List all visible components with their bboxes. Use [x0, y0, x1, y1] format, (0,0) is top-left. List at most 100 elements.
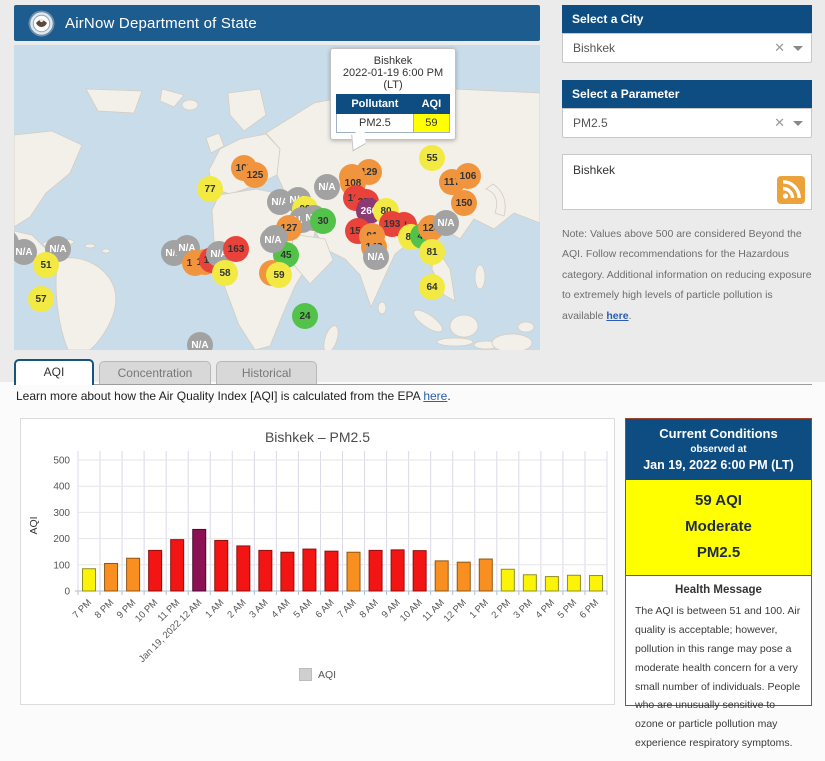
tooltip-city: Bishkek [373, 55, 413, 67]
tab-aqi[interactable]: AQI [14, 359, 94, 385]
aqi-bar[interactable] [148, 549, 163, 592]
x-tick-label: 6 AM [314, 597, 337, 620]
current-conditions-header: Current Conditions observed at Jan 19, 2… [626, 419, 811, 480]
note-text: Note: Values above 500 are considered Be… [562, 224, 812, 326]
map-marker[interactable]: 55 [419, 145, 445, 171]
map-marker[interactable]: N/A [314, 174, 340, 200]
tab-concentration[interactable]: Concentration [99, 361, 211, 384]
x-tick-label: 10 PM [133, 597, 160, 624]
x-tick-label: 3 AM [247, 597, 270, 620]
learn-more-text: Learn more about how the Air Quality Ind… [16, 389, 451, 403]
tooltip-timezone: (LT) [383, 79, 403, 91]
tab-historical[interactable]: Historical [216, 361, 317, 384]
aqi-bar[interactable] [214, 539, 229, 592]
map-marker[interactable]: 81 [419, 239, 445, 265]
aqi-bar[interactable] [104, 562, 119, 592]
map-marker[interactable]: 58 [212, 260, 238, 286]
map-marker[interactable]: N/A [433, 210, 459, 236]
city-select-value: Bishkek [573, 41, 616, 55]
learn-more-suffix: . [447, 389, 451, 403]
city-select[interactable]: Bishkek ✕ [562, 33, 812, 63]
sidebar: Select a City Bishkek ✕ Select a Paramet… [562, 5, 812, 326]
tooltip-col-aqi: AQI [412, 94, 451, 114]
aqi-bar[interactable] [566, 574, 581, 592]
x-tick-label: 4 PM [534, 597, 558, 621]
aqi-bar[interactable] [302, 548, 317, 592]
current-conditions-panel: Current Conditions observed at Jan 19, 2… [625, 418, 812, 749]
map-marker[interactable]: 57 [28, 286, 54, 312]
aqi-bar[interactable] [478, 558, 493, 592]
map-marker[interactable]: N/A [363, 244, 389, 270]
x-tick-label: 7 PM [71, 597, 95, 621]
aqi-bar[interactable] [126, 557, 141, 592]
aqi-bar[interactable] [346, 551, 361, 592]
aqi-bar[interactable] [588, 575, 603, 592]
aqi-bar[interactable] [390, 549, 405, 592]
select-city-header: Select a City [562, 5, 812, 33]
aqi-bar[interactable] [522, 574, 537, 592]
learn-more-prefix: Learn more about how the Air Quality Ind… [16, 389, 424, 403]
aqi-bar[interactable] [192, 528, 207, 592]
map-marker[interactable]: 77 [197, 176, 223, 202]
map-marker[interactable]: 125 [242, 162, 268, 188]
note-here-link[interactable]: here [606, 310, 628, 322]
y-axis-label: AQI [28, 516, 40, 534]
tooltip-table: Pollutant AQI PM2.5 59 [336, 94, 451, 133]
tooltip-datetime: 2022-01-19 6:00 PM [342, 67, 444, 79]
map-marker[interactable]: 59 [266, 262, 292, 288]
parameter-select[interactable]: PM2.5 ✕ [562, 108, 812, 138]
learn-more-here-link[interactable]: here [423, 389, 447, 403]
city-clear-icon[interactable]: ✕ [766, 40, 793, 56]
health-message-section: Health Message The AQI is between 51 and… [626, 576, 811, 761]
aqi-bar[interactable] [258, 549, 273, 592]
aqi-chart-card: Bishkek – PM2.5 0 100 200 300 400 500 AQI 7 PM 8… [20, 418, 615, 705]
aqi-bar[interactable] [434, 560, 449, 592]
legend-label: AQI [317, 668, 337, 681]
city-chevron-down-icon[interactable] [793, 45, 803, 51]
x-tick-label: 3 PM [512, 597, 536, 621]
aqi-bar[interactable] [500, 568, 515, 592]
parameter-select-value: PM2.5 [573, 116, 608, 130]
legend-swatch [298, 668, 312, 681]
tab-bar: AQI Concentration Historical [14, 359, 812, 385]
map-marker[interactable]: 150 [451, 190, 477, 216]
aqi-bar[interactable] [368, 549, 383, 592]
aqi-bar[interactable] [544, 576, 559, 592]
parameter-clear-icon[interactable]: ✕ [766, 115, 793, 131]
y-tick-label: 100 [53, 560, 70, 571]
x-tick-label: 10 AM [398, 597, 425, 624]
map-marker[interactable]: N/A [260, 227, 286, 253]
app-header: AirNow Department of State [14, 5, 540, 41]
x-tick-label: 8 PM [93, 597, 117, 621]
world-aqi-map[interactable]: N/AN/AN/A5157N/A77107125N/AN/A99N/AN/A30… [14, 45, 540, 350]
rss-icon[interactable] [777, 176, 805, 204]
page-title: AirNow Department of State [65, 14, 257, 32]
aqi-bar-chart: 0100200300400500AQI7 PM8 PM9 PM10 PM11 P… [28, 451, 608, 665]
aqi-bar[interactable] [280, 551, 295, 592]
observed-at-label: observed at [690, 444, 747, 455]
x-tick-label: 6 PM [578, 597, 602, 621]
parameter-chevron-down-icon[interactable] [793, 120, 803, 126]
aqi-bar[interactable] [170, 539, 185, 592]
x-tick-label: 2 AM [225, 597, 248, 620]
airnow-page: AirNow Department of State N/A N/A 51 57… [0, 0, 825, 749]
select-parameter-header: Select a Parameter [562, 80, 812, 108]
health-message-title: Health Message [675, 584, 762, 596]
aqi-bar[interactable] [236, 545, 251, 592]
map-marker[interactable]: 106 [455, 163, 481, 189]
map-marker[interactable]: 163 [223, 236, 249, 262]
map-marker[interactable]: 30 [310, 208, 336, 234]
tooltip-col-pollutant: Pollutant [336, 94, 414, 114]
tooltip-pollutant-value: PM2.5 [336, 113, 414, 133]
x-tick-label: 2 PM [489, 597, 513, 621]
x-tick-label: 4 AM [269, 597, 292, 620]
aqi-bar[interactable] [456, 561, 471, 592]
map-marker[interactable]: 24 [292, 303, 318, 329]
aqi-bar[interactable] [412, 550, 427, 592]
aqi-pollutant: PM2.5 [696, 544, 741, 561]
aqi-bar[interactable] [324, 550, 339, 592]
aqi-bar[interactable] [82, 568, 97, 592]
tooltip-aqi-value: 59 [412, 113, 451, 133]
map-marker[interactable]: 51 [33, 252, 59, 278]
map-marker[interactable]: 64 [419, 274, 445, 300]
